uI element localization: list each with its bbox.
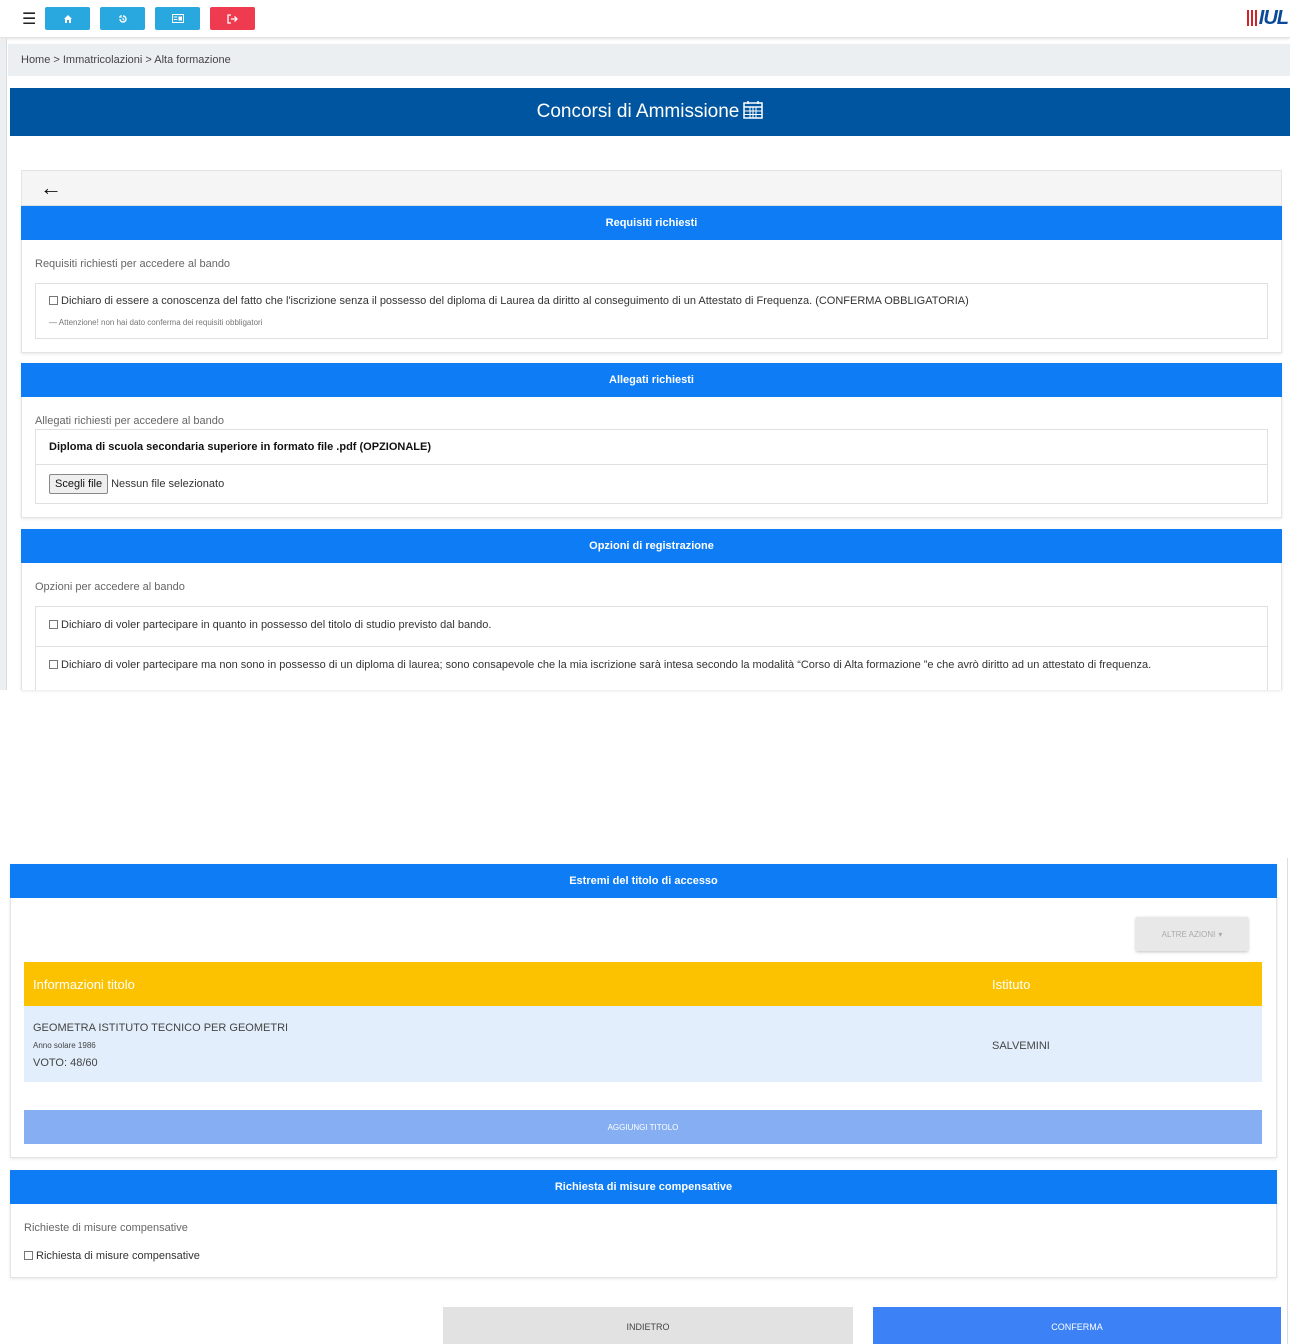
hamburger-icon[interactable]: ☰ bbox=[22, 9, 36, 29]
row-titolo: GEOMETRA ISTITUTO TECNICO PER GEOMETRI bbox=[33, 1022, 289, 1034]
history-icon bbox=[118, 14, 127, 23]
row-anno: Anno solare 1986 bbox=[33, 1041, 96, 1050]
iul-logo[interactable]: IUL bbox=[1230, 4, 1289, 32]
requisiti-checkbox[interactable] bbox=[49, 296, 58, 305]
page-title: Concorsi di Ammissione bbox=[536, 101, 740, 122]
opzioni-subtitle: Opzioni per accedere al bando bbox=[35, 581, 185, 593]
misure-checkbox[interactable] bbox=[24, 1251, 33, 1260]
choose-file-button[interactable]: Scegli file bbox=[49, 474, 109, 494]
id-card-icon bbox=[171, 14, 184, 23]
back-arrow-icon[interactable]: ← bbox=[40, 175, 62, 201]
file-status: Nessun file selezionato bbox=[111, 478, 225, 490]
requisiti-subtitle: Requisiti richiesti per accedere al band… bbox=[35, 258, 231, 270]
option-2-row[interactable]: Dichiaro di voler partecipare ma non son… bbox=[49, 659, 1151, 671]
conferma-button[interactable]: CONFERMA bbox=[873, 1307, 1281, 1344]
calendar-icon bbox=[743, 100, 764, 125]
aggiungi-titolo-button[interactable]: AGGIUNGI TITOLO bbox=[24, 1110, 1262, 1144]
indietro-button[interactable]: INDIETRO bbox=[443, 1307, 853, 1344]
history-button[interactable] bbox=[100, 7, 145, 30]
caret-down-icon: ▾ bbox=[1218, 929, 1223, 939]
row-voto: VOTO: 48/60 bbox=[33, 1057, 98, 1069]
requisiti-warning: — Attenzione! non hai dato conferma dei … bbox=[49, 318, 263, 327]
allegati-subtitle: Allegati richiesti per accedere al bando bbox=[35, 415, 224, 427]
allegati-header: Allegati richiesti bbox=[21, 363, 1282, 397]
back-bar: ← bbox=[21, 170, 1282, 206]
row-istituto: SALVEMINI bbox=[992, 1040, 1050, 1052]
home-button[interactable] bbox=[45, 7, 90, 30]
logo-bars-icon bbox=[1246, 10, 1257, 26]
allegati-item-title: Diploma di scuola secondaria superiore i… bbox=[49, 441, 431, 453]
option-2-checkbox[interactable] bbox=[49, 660, 58, 669]
breadcrumb: Home > Immatricolazioni > Alta formazion… bbox=[8, 44, 1290, 76]
file-input[interactable]: Scegli file Nessun file selezionato bbox=[49, 474, 224, 494]
opzioni-header: Opzioni di registrazione bbox=[21, 529, 1282, 563]
estremi-header: Estremi del titolo di accesso bbox=[10, 864, 1277, 898]
page-title-banner: Concorsi di Ammissione bbox=[10, 88, 1290, 136]
misure-checkbox-row[interactable]: Richiesta di misure compensative bbox=[24, 1250, 200, 1262]
col-informazioni-titolo: Informazioni titolo bbox=[33, 977, 135, 992]
altre-azioni-dropdown[interactable]: ALTRE AZIONI ▾ bbox=[1136, 917, 1248, 951]
requisiti-checkbox-row[interactable]: Dichiaro di essere a conoscenza del fatt… bbox=[49, 295, 969, 307]
logo-text: IUL bbox=[1258, 6, 1289, 29]
option-1-row[interactable]: Dichiaro di voler partecipare in quanto … bbox=[49, 619, 491, 631]
right-edge bbox=[1287, 858, 1288, 1344]
requisiti-box bbox=[35, 283, 1268, 339]
top-bar: ☰ IUL bbox=[0, 0, 1290, 38]
option-2-label: Dichiaro di voler partecipare ma non son… bbox=[61, 659, 1152, 671]
option-1-label: Dichiaro di voler partecipare in quanto … bbox=[61, 619, 492, 631]
sidebar-edge bbox=[0, 38, 7, 690]
option-1-checkbox[interactable] bbox=[49, 620, 58, 629]
id-card-button[interactable] bbox=[155, 7, 200, 30]
requisiti-header: Requisiti richiesti bbox=[21, 206, 1282, 240]
misure-checkbox-label: Richiesta di misure compensative bbox=[36, 1250, 200, 1262]
col-istituto: Istituto bbox=[992, 977, 1031, 992]
table-header: Informazioni titolo Istituto bbox=[24, 962, 1262, 1006]
logout-icon bbox=[227, 13, 238, 24]
table-row[interactable]: GEOMETRA ISTITUTO TECNICO PER GEOMETRI A… bbox=[24, 1006, 1262, 1082]
misure-header: Richiesta di misure compensative bbox=[10, 1170, 1277, 1204]
requisiti-checkbox-label: Dichiaro di essere a conoscenza del fatt… bbox=[61, 295, 969, 307]
misure-subtitle: Richieste di misure compensative bbox=[24, 1222, 188, 1234]
altre-azioni-label: ALTRE AZIONI bbox=[1161, 929, 1216, 939]
home-icon bbox=[63, 14, 72, 23]
logout-button[interactable] bbox=[210, 7, 255, 30]
